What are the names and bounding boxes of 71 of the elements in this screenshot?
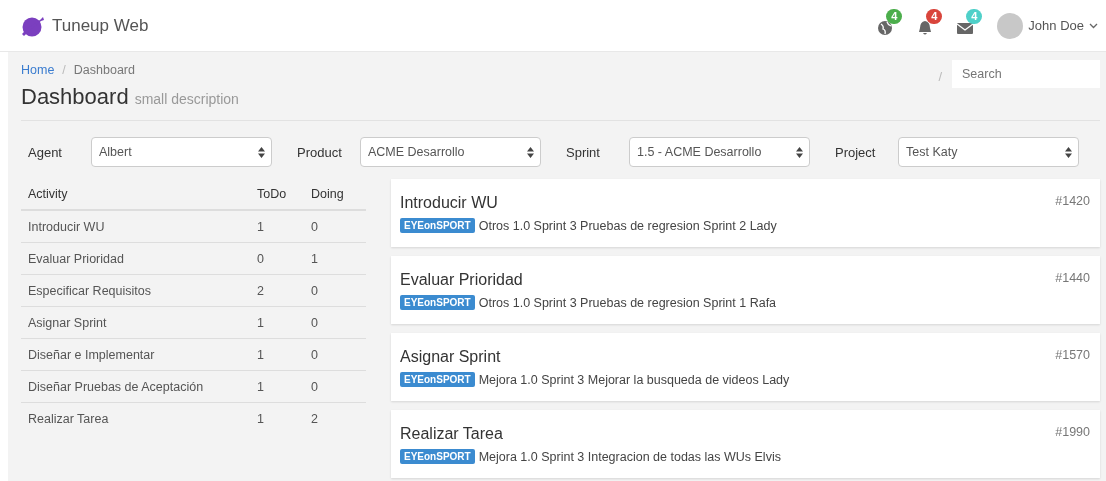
card-title: Evaluar Prioridad xyxy=(400,271,524,289)
user-menu[interactable]: John Doe xyxy=(1028,18,1084,33)
filter-label: Product xyxy=(297,144,343,160)
table-cell: 0 xyxy=(311,283,318,298)
globe-icon[interactable] xyxy=(877,19,894,36)
search-separator: / xyxy=(938,69,942,84)
project-tag: EYEonSPORT xyxy=(400,218,475,233)
filter-select[interactable]: Test Katy xyxy=(898,137,1079,167)
table-cell: 1 xyxy=(311,251,318,266)
search-field[interactable]: Search xyxy=(952,60,1100,88)
card-description: Otros 1.0 Sprint 3 Pruebas de regresion Sprint 1 Rafa xyxy=(478,295,777,310)
project-tag: EYEonSPORT xyxy=(400,295,475,310)
card-title: Realizar Tarea xyxy=(400,425,504,443)
table-cell-text: 1 xyxy=(257,379,265,394)
table-cell-text: Introducir WU xyxy=(28,219,106,234)
table-cell-text: 2 xyxy=(257,283,265,298)
task-card[interactable]: Asignar Sprint EYEonSPORT Mejora 1.0 Sprint 3 Mejorar la busqueda de videos Lady #1570 xyxy=(391,333,1100,401)
table-cell-text: Diseñar e Implementar xyxy=(28,347,156,362)
filter-label: Project xyxy=(835,144,877,160)
sort-caret-icon xyxy=(258,146,265,158)
table-cell-text: 1 xyxy=(257,412,265,426)
table-cell: 0 xyxy=(311,219,318,234)
breadcrumb-link[interactable]: Home xyxy=(21,63,55,77)
table-cell: 2 xyxy=(311,412,318,426)
table-cell: 0 xyxy=(311,347,318,362)
filter-label: Sprint xyxy=(566,144,601,160)
project-tag: EYEonSPORT xyxy=(400,372,475,387)
filter-select[interactable]: Albert xyxy=(91,137,272,167)
brand-name[interactable]: Tuneup Web xyxy=(52,15,149,36)
card-description: Otros 1.0 Sprint 3 Pruebas de regresion Sprint 2 Lady xyxy=(478,218,777,233)
task-card[interactable]: Introducir WU EYEonSPORT Otros 1.0 Sprint 3 Pruebas de regresion Sprint 2 Lady #1420 xyxy=(391,179,1100,247)
bell-icon[interactable] xyxy=(917,19,934,36)
card-title: Asignar Sprint xyxy=(400,348,502,366)
chevron-down-icon[interactable] xyxy=(1089,22,1098,29)
card-number: #1570 xyxy=(1055,348,1090,364)
task-card[interactable]: Evaluar Prioridad EYEonSPORT Otros 1.0 Sprint 3 Pruebas de regresion Sprint 1 Rafa #1440 xyxy=(391,256,1100,324)
filter-select[interactable]: 1.5 - ACME Desarrollo xyxy=(629,137,810,167)
page-subtitle: small description xyxy=(134,91,239,107)
count-badge: 4 xyxy=(886,8,903,24)
table-cell-text: 1 xyxy=(257,219,265,234)
card-description: Mejora 1.0 Sprint 3 Integracion de todas las WUs Elvis xyxy=(478,449,781,464)
table-cell-text: Asignar Sprint xyxy=(28,315,108,330)
table-cell-text: Diseñar Pruebas de Aceptación xyxy=(28,379,205,394)
table-cell-text: Realizar Tarea xyxy=(28,412,110,426)
column-header: ToDo xyxy=(257,187,288,201)
table-cell: 0 xyxy=(311,379,318,394)
page-title: Dashboard xyxy=(21,84,129,110)
breadcrumb-current: Dashboard xyxy=(73,63,135,77)
project-tag: EYEonSPORT xyxy=(400,449,475,464)
sort-caret-icon xyxy=(796,146,803,158)
card-number: #1440 xyxy=(1055,271,1090,287)
column-header: Activity xyxy=(28,187,69,201)
card-title: Introducir WU xyxy=(400,194,499,212)
table-cell-text: Evaluar Prioridad xyxy=(28,251,125,266)
table-cell-text: 1 xyxy=(257,315,265,330)
count-badge: 4 xyxy=(926,8,943,24)
card-description: Mejora 1.0 Sprint 3 Mejorar la busqueda de videos Lady xyxy=(478,372,790,387)
sort-caret-icon xyxy=(1065,146,1072,158)
card-number: #1990 xyxy=(1055,425,1090,441)
table-cell: 0 xyxy=(311,315,318,330)
table-cell-text: 1 xyxy=(257,347,265,362)
table-cell-text: Especificar Requisitos xyxy=(28,283,152,298)
breadcrumb-separator: / xyxy=(62,63,66,77)
filter-select[interactable]: ACME Desarrollo xyxy=(360,137,541,167)
column-header: Doing xyxy=(311,187,344,201)
table-cell-text: 0 xyxy=(257,251,265,266)
card-number: #1420 xyxy=(1055,194,1090,210)
count-badge: 4 xyxy=(966,8,983,24)
task-card[interactable]: Realizar Tarea EYEonSPORT Mejora 1.0 Sprint 3 Integracion de todas las WUs Elvis #1990 xyxy=(391,410,1100,478)
filter-label: Agent xyxy=(28,144,63,160)
sort-caret-icon xyxy=(527,146,534,158)
